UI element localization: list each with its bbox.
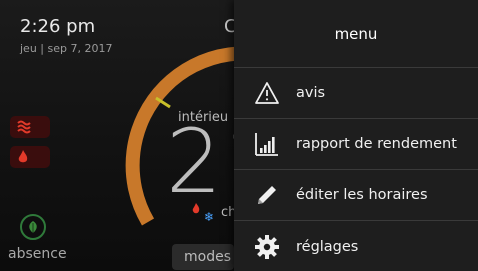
modes-button[interactable]: modes (172, 244, 234, 270)
heat-wave-button[interactable] (10, 116, 50, 138)
menu-item-label: éditer les horaires (296, 187, 428, 203)
menu-item-label: réglages (296, 238, 359, 255)
thermostat-screen: 2:26 pm jeu | sep 7, 2017 C intérieu 21 … (0, 0, 478, 271)
menu-item-notices[interactable]: avis (234, 68, 478, 119)
heat-wave-icon (17, 120, 31, 134)
clock-time: 2:26 pm (20, 16, 96, 37)
heat-flame-button[interactable] (10, 146, 50, 168)
eco-button[interactable] (20, 214, 46, 240)
snowflake-icon: ❄ (204, 210, 215, 224)
leaf-icon (29, 221, 37, 233)
gear-icon (254, 232, 292, 262)
heat-indicator (191, 200, 201, 219)
menu-item-settings[interactable]: réglages (234, 221, 478, 271)
flame-icon (18, 150, 28, 163)
warning-icon (254, 78, 292, 108)
menu-item-label: rapport de rendement (296, 136, 457, 152)
flame-icon (192, 203, 200, 214)
menu-title: menu (234, 0, 478, 68)
clock-date: jeu | sep 7, 2017 (20, 42, 113, 55)
side-menu: menu avis rapport de rendement éditer le… (234, 0, 478, 271)
pencil-icon (254, 180, 292, 210)
menu-item-edit-schedules[interactable]: éditer les horaires (234, 170, 478, 221)
away-label[interactable]: absence (8, 246, 67, 262)
menu-item-performance-report[interactable]: rapport de rendement (234, 119, 478, 170)
bar-chart-icon (254, 129, 292, 159)
menu-item-label: avis (296, 85, 326, 101)
